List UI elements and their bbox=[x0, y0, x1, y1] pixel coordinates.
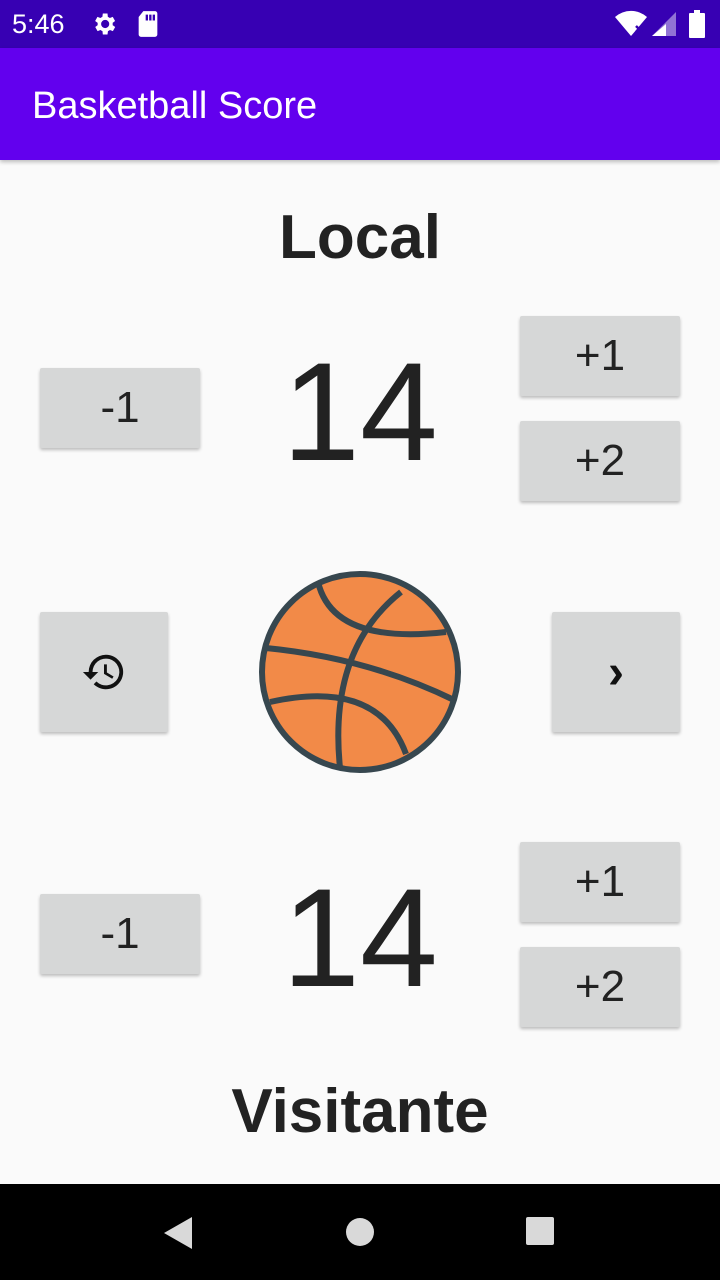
visitor-team-label: Visitante bbox=[231, 1077, 489, 1146]
wifi-icon bbox=[615, 10, 647, 36]
local-plus-one-button[interactable]: +1 bbox=[520, 316, 680, 396]
visitor-plus-two-button[interactable]: +2 bbox=[520, 947, 680, 1027]
visitor-plus-one-button[interactable]: +1 bbox=[520, 842, 680, 922]
back-icon[interactable] bbox=[162, 1216, 194, 1250]
visitor-score: 14 bbox=[282, 859, 438, 1016]
local-team-label: Local bbox=[279, 203, 441, 272]
signal-icon bbox=[652, 12, 676, 36]
app-title: Basketball Score bbox=[32, 85, 318, 127]
home-icon[interactable] bbox=[345, 1217, 375, 1247]
chevron-right-icon: › bbox=[608, 645, 624, 699]
local-score: 14 bbox=[282, 333, 438, 490]
history-icon bbox=[82, 654, 124, 690]
next-button[interactable]: › bbox=[552, 612, 680, 732]
gear-icon bbox=[95, 13, 116, 35]
recents-icon[interactable] bbox=[526, 1217, 554, 1245]
sd-card-icon bbox=[138, 11, 158, 37]
navigation-bar bbox=[0, 1184, 720, 1280]
local-minus-one-button[interactable]: -1 bbox=[40, 368, 200, 448]
app-bar: Basketball Score bbox=[0, 48, 720, 160]
status-time: 5:46 bbox=[12, 9, 65, 39]
basketball-icon bbox=[259, 571, 461, 773]
battery-icon bbox=[689, 10, 705, 38]
reset-button[interactable] bbox=[40, 612, 168, 732]
visitor-minus-one-button[interactable]: -1 bbox=[40, 894, 200, 974]
status-bar: 5:46 bbox=[0, 0, 720, 48]
local-plus-two-button[interactable]: +2 bbox=[520, 421, 680, 501]
